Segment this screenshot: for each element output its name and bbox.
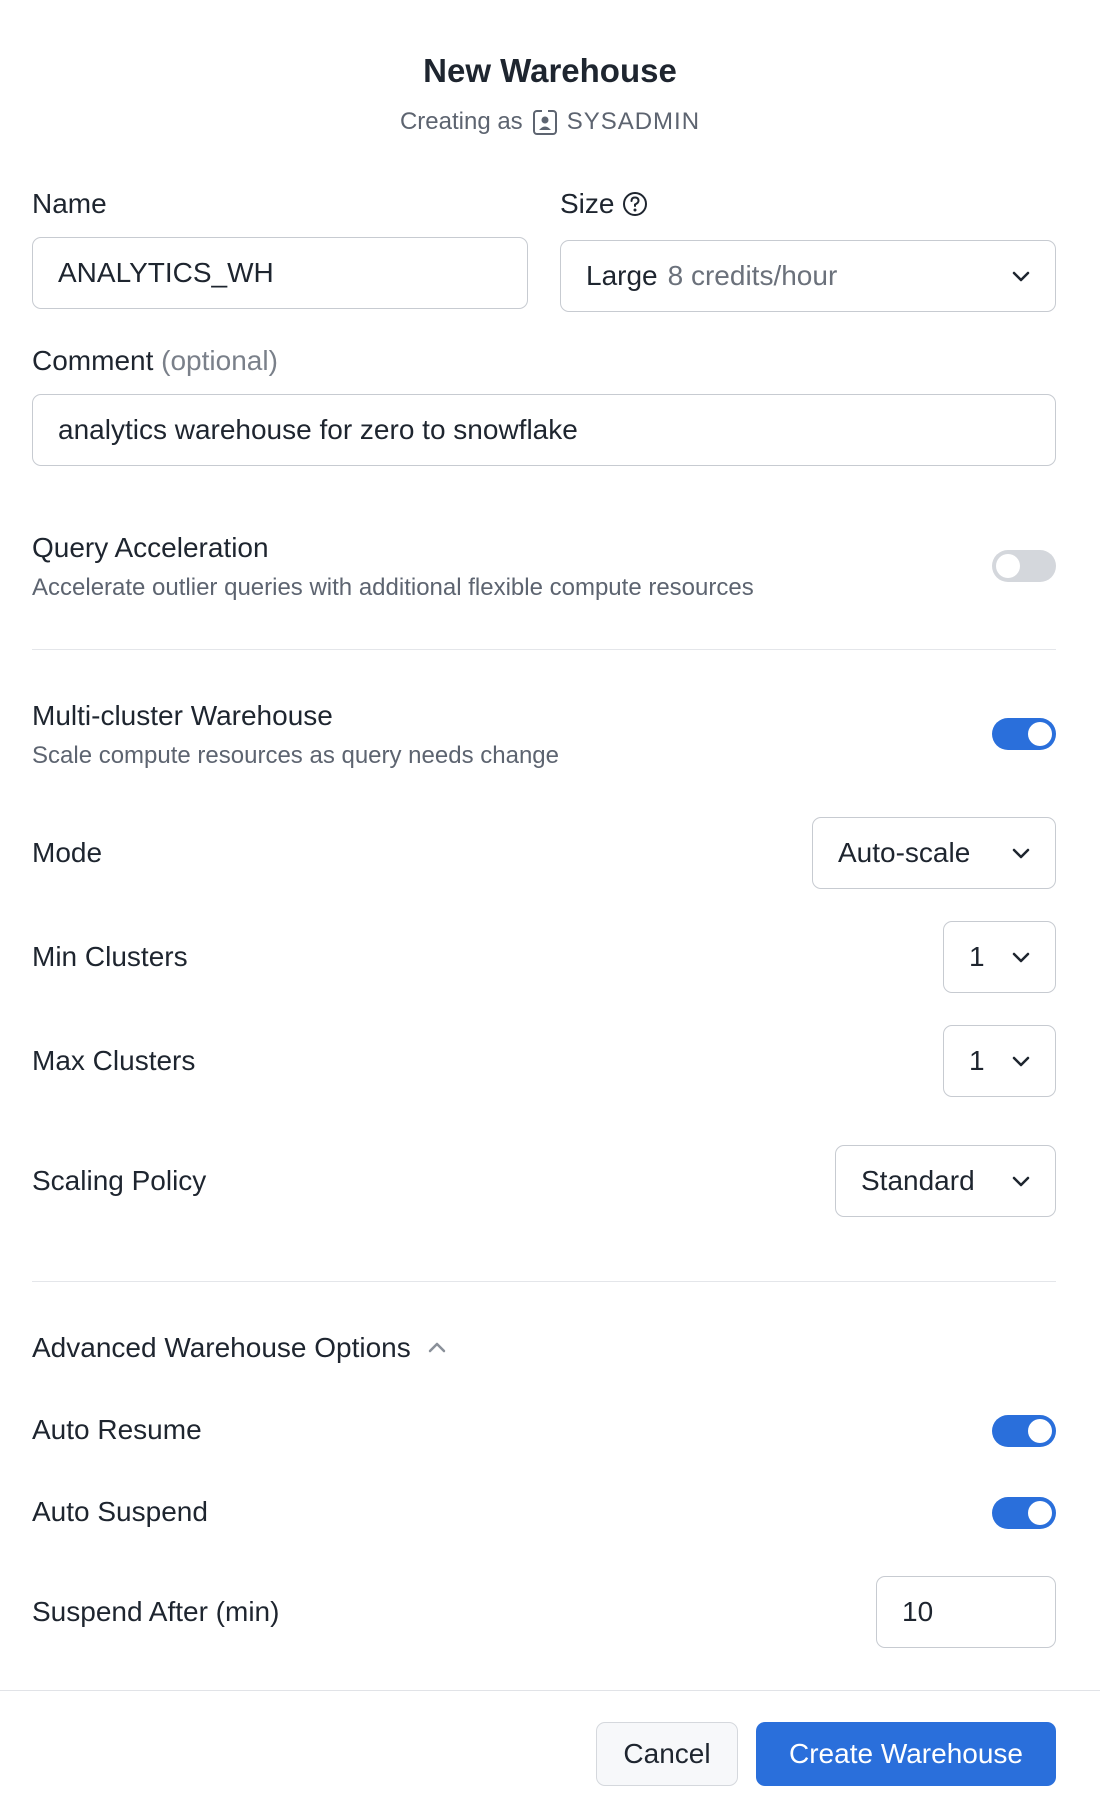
comment-input-value: analytics warehouse for zero to snowflak… (58, 414, 578, 445)
max-clusters-value: 1 (969, 1045, 985, 1076)
query-acceleration-title: Query Acceleration (32, 532, 269, 563)
scaling-policy-value: Standard (861, 1165, 975, 1196)
mode-label: Mode (32, 837, 103, 868)
mode-select-value: Auto-scale (838, 837, 971, 868)
comment-input[interactable]: analytics warehouse for zero to snowflak… (32, 394, 1056, 466)
multi-cluster-description: Scale compute resources as query needs c… (32, 742, 559, 769)
section-divider (32, 649, 1056, 650)
auto-suspend-label: Auto Suspend (32, 1496, 208, 1527)
max-clusters-select[interactable]: 1 (943, 1025, 1056, 1097)
size-label: Size (560, 188, 615, 219)
suspend-after-input[interactable]: 10 (876, 1576, 1056, 1648)
chevron-down-icon (1012, 952, 1030, 963)
advanced-options-title: Advanced Warehouse Options (32, 1332, 411, 1363)
auto-suspend-toggle[interactable] (992, 1497, 1056, 1529)
dialog-title: New Warehouse (423, 52, 677, 89)
comment-label-row: Comment (optional) (32, 345, 278, 377)
size-label-row: Size (560, 188, 648, 220)
scaling-policy-select[interactable]: Standard (835, 1145, 1056, 1217)
min-clusters-label: Min Clusters (32, 941, 188, 972)
toggle-knob (1028, 1501, 1052, 1525)
creating-as-line: Creating as SYSADMIN (0, 108, 1100, 136)
user-badge-icon (532, 109, 557, 135)
toggle-knob (996, 554, 1020, 578)
size-credits: 8 credits/hour (667, 260, 838, 291)
toggle-knob (1028, 1419, 1052, 1443)
comment-optional-label: (optional) (161, 345, 278, 376)
role-name: SYSADMIN (566, 108, 701, 135)
chevron-up-icon (428, 1342, 445, 1353)
toggle-knob (1028, 722, 1052, 746)
name-input[interactable]: ANALYTICS_WH (32, 237, 528, 309)
name-label: Name (32, 188, 107, 219)
comment-label: Comment (32, 345, 154, 376)
chevron-down-icon (1012, 848, 1030, 859)
chevron-down-icon (1012, 271, 1030, 282)
min-clusters-value: 1 (969, 941, 985, 972)
create-warehouse-button[interactable]: Create Warehouse (756, 1722, 1056, 1786)
question-circle-icon[interactable] (622, 191, 648, 217)
scaling-policy-label: Scaling Policy (32, 1165, 207, 1196)
creating-as-label: Creating as (399, 108, 523, 135)
auto-resume-toggle[interactable] (992, 1415, 1056, 1447)
suspend-after-label: Suspend After (min) (32, 1596, 280, 1627)
query-acceleration-description: Accelerate outlier queries with addition… (32, 574, 754, 601)
footer-divider (0, 1690, 1100, 1691)
cancel-button[interactable]: Cancel (596, 1722, 738, 1786)
size-select[interactable]: Large 8 credits/hour (560, 240, 1056, 312)
max-clusters-label: Max Clusters (32, 1045, 196, 1076)
advanced-options-toggle[interactable]: Advanced Warehouse Options (32, 1332, 449, 1364)
mode-select[interactable]: Auto-scale (812, 817, 1056, 889)
chevron-down-icon (1012, 1056, 1030, 1067)
new-warehouse-dialog: New Warehouse Creating as SYSADMIN Name … (0, 0, 1100, 1814)
name-input-value: ANALYTICS_WH (58, 257, 274, 288)
chevron-down-icon (1012, 1176, 1030, 1187)
min-clusters-select[interactable]: 1 (943, 921, 1056, 993)
suspend-after-value: 10 (902, 1596, 934, 1627)
query-acceleration-toggle[interactable] (992, 550, 1056, 582)
size-name: Large (586, 260, 658, 291)
size-select-value: Large 8 credits/hour (586, 260, 837, 292)
section-divider (32, 1281, 1056, 1282)
auto-resume-label: Auto Resume (32, 1414, 202, 1445)
multi-cluster-title: Multi-cluster Warehouse (32, 700, 333, 731)
multi-cluster-toggle[interactable] (992, 718, 1056, 750)
